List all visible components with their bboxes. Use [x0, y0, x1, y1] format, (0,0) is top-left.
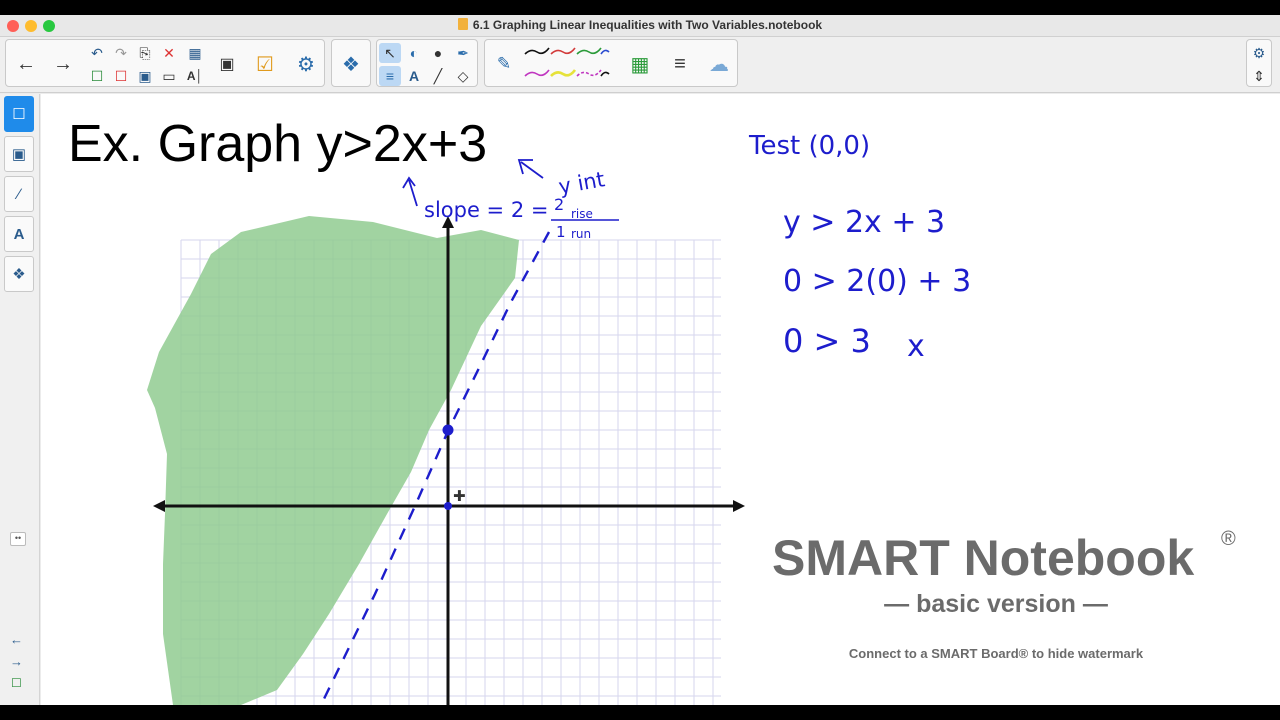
- slope-arrow-icon: [402, 176, 418, 207]
- display-screen-icon[interactable]: ▣: [212, 44, 242, 84]
- step-1-text: y > 2x + 3: [783, 205, 945, 240]
- pen-group: ✎ ▦ ≡ ☁: [484, 39, 738, 87]
- eraser-icon[interactable]: ◇: [452, 66, 474, 86]
- navigation-group: ← → ↶ ↷ ⎘ ✕ ▦ ☐ ☐ ▣ ▭ A│ ▣ ☑ ⚙: [5, 39, 325, 87]
- back-arrow-icon[interactable]: ←: [11, 44, 41, 84]
- pen-styles-swatches[interactable]: [523, 42, 613, 86]
- text-tool-small-icon[interactable]: A│: [184, 66, 206, 86]
- expand-toolbar-icon[interactable]: ⇕: [1248, 66, 1270, 86]
- add-page-icon[interactable]: ☐: [86, 66, 108, 86]
- slope-note-text: slope = 2 =: [424, 198, 548, 222]
- step-3-text: 0 > 3: [783, 322, 871, 360]
- watermark-note: Connect to a SMART Board® to hide waterm…: [848, 646, 1144, 661]
- page-canvas[interactable]: ✚ slope = 2 = 2 rise 1 run y int Test (0…: [41, 94, 1280, 705]
- collapse-sidebar-icon[interactable]: ••: [10, 532, 26, 546]
- step-2-text: 0 > 2(0) + 3: [783, 264, 971, 299]
- title-bar: 6.1 Graphing Linear Inequalities with Tw…: [0, 15, 1280, 37]
- color-palette-icon[interactable]: ▦: [625, 44, 655, 84]
- table-icon[interactable]: ▦: [184, 43, 206, 63]
- next-page-icon[interactable]: →: [10, 654, 23, 669]
- forward-arrow-icon[interactable]: →: [48, 44, 78, 84]
- add-ons-group: ❖: [331, 39, 371, 87]
- add-page-small-icon[interactable]: ☐: [11, 676, 22, 690]
- toolbar: ← → ↶ ↷ ⎘ ✕ ▦ ☐ ☐ ▣ ▭ A│ ▣ ☑ ⚙ ❖ ↖ ◐ ● ✒…: [0, 37, 1280, 93]
- add-ons-puzzle-icon[interactable]: ❖: [336, 44, 366, 84]
- properties-icon[interactable]: ☁: [704, 44, 734, 84]
- properties-tab-icon[interactable]: A: [4, 216, 34, 252]
- text-tool-icon[interactable]: A: [403, 66, 425, 86]
- bottom-letterbox: [0, 705, 1280, 720]
- redo-icon[interactable]: ↷: [110, 43, 132, 63]
- delete-page-icon[interactable]: ☐: [110, 66, 132, 86]
- shapes-tool-icon[interactable]: ◐: [403, 43, 425, 63]
- x-axis-right-arrow-icon: [733, 500, 745, 512]
- paste-icon[interactable]: ⎘: [134, 43, 156, 63]
- window-title: 6.1 Graphing Linear Inequalities with Tw…: [0, 18, 1280, 32]
- yint-arrow-icon: [517, 159, 544, 179]
- screen-shade-icon[interactable]: ▭: [158, 66, 180, 86]
- tools-group: ↖ ◐ ● ✒ ≡ A ╱ ◇: [376, 39, 478, 87]
- move-cursor-icon: ✚: [453, 487, 466, 505]
- delete-icon[interactable]: ✕: [158, 43, 180, 63]
- x-axis-left-arrow-icon: [153, 500, 165, 512]
- notebook-window: 6.1 Graphing Linear Inequalities with Tw…: [0, 15, 1280, 705]
- attachments-tab-icon[interactable]: ∕: [4, 176, 34, 212]
- activity-builder-icon[interactable]: ⚙: [291, 44, 321, 84]
- fill-tool-icon[interactable]: ●: [427, 43, 449, 63]
- magic-pen-icon[interactable]: ✒: [452, 43, 474, 63]
- gallery-tab-icon[interactable]: ▣: [4, 136, 34, 172]
- page-title: Ex. Graph y>2x+3: [68, 115, 488, 173]
- check-box-icon[interactable]: ☑: [250, 44, 280, 84]
- add-ons-tab-icon[interactable]: ❖: [4, 256, 34, 292]
- window-title-text: 6.1 Graphing Linear Inequalities with Tw…: [472, 18, 823, 32]
- watermark-registered-mark: ®: [1221, 528, 1236, 550]
- line-tool-icon[interactable]: ╱: [427, 66, 449, 86]
- document-icon: [457, 18, 468, 30]
- pen-icon[interactable]: ✎: [489, 44, 519, 84]
- previous-page-icon[interactable]: ←: [10, 632, 23, 647]
- settings-gear-icon[interactable]: ⚙: [1248, 43, 1270, 63]
- undo-icon[interactable]: ↶: [86, 43, 108, 63]
- origin-point: [444, 502, 452, 510]
- select-tool-icon[interactable]: ↖: [379, 43, 401, 63]
- line-width-icon[interactable]: ≡: [665, 44, 695, 84]
- sidebar: ☐ ▣ ∕ A ❖ •• ← → ☐: [0, 94, 40, 705]
- top-letterbox: [0, 0, 1280, 15]
- test-point-label: Test (0,0): [748, 131, 870, 161]
- slope-run-number: 1: [556, 223, 566, 241]
- false-mark: x: [907, 329, 925, 364]
- yint-note: y int: [557, 167, 607, 199]
- slope-rise-label: rise: [571, 207, 593, 221]
- page-sorter-tab-icon[interactable]: ☐: [4, 96, 34, 132]
- measurement-tool-icon[interactable]: ≡: [379, 66, 401, 86]
- slope-run-label: run: [571, 227, 591, 241]
- settings-group: ⚙ ⇕: [1246, 39, 1272, 87]
- watermark-subtitle: — basic version —: [884, 590, 1108, 618]
- watermark-title: SMART Notebook: [772, 530, 1195, 586]
- y-intercept-point: [442, 424, 454, 436]
- save-icon[interactable]: ▣: [134, 66, 156, 86]
